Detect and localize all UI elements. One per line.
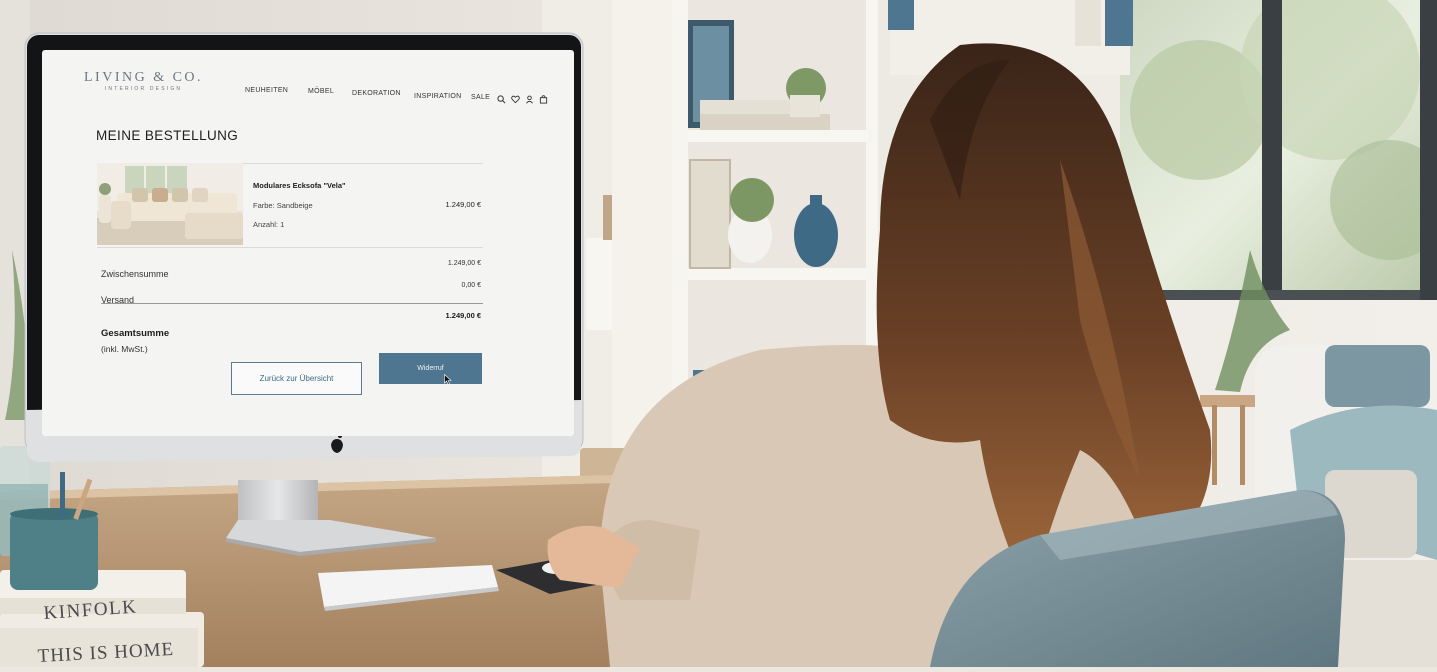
book-this-is-home-title: THIS IS HOME [37, 639, 174, 667]
book-spines: KINFOLK THIS IS HOME [37, 596, 174, 667]
book-kinfolk-title: KINFOLK [43, 596, 138, 623]
